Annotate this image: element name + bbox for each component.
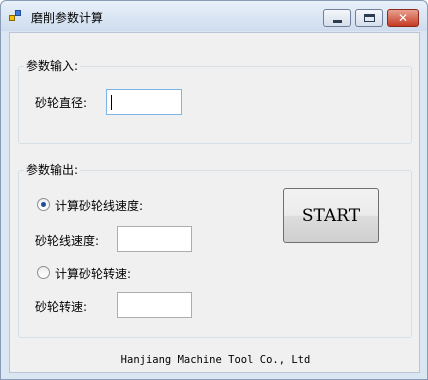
window-title: 磨削参数计算 — [31, 11, 104, 25]
text-caret — [111, 95, 112, 110]
maximize-icon — [364, 14, 375, 22]
close-button[interactable]: ✕ — [387, 9, 419, 27]
rotation-speed-label: 砂轮转速: — [35, 300, 88, 314]
close-icon: ✕ — [397, 11, 409, 25]
rotation-speed-output[interactable] — [117, 292, 192, 318]
start-button-label: START — [301, 205, 361, 226]
radio-selected-dot — [41, 202, 46, 207]
linear-speed-label: 砂轮线速度: — [35, 234, 100, 248]
minimize-button[interactable] — [323, 9, 351, 27]
diameter-label: 砂轮直径: — [35, 96, 88, 110]
rotation-speed-option-label[interactable]: 计算砂轮转速: — [55, 265, 131, 282]
start-button[interactable]: START — [283, 188, 379, 243]
app-window: 磨削参数计算 ✕ 参数输入: 砂轮直径: 参数输出: 计算砂轮线速度: 砂轮线速… — [0, 0, 428, 380]
company-footer: Hanjiang Machine Tool Co., Ltd — [120, 354, 311, 366]
minimize-icon — [333, 20, 342, 23]
linear-speed-radio[interactable] — [37, 198, 50, 211]
form-client-area: 参数输入: 砂轮直径: 参数输出: 计算砂轮线速度: 砂轮线速度: 计算砂轮转速… — [9, 32, 420, 373]
output-group-title: 参数输出: — [24, 161, 81, 178]
app-icon — [9, 10, 23, 22]
diameter-input[interactable] — [106, 89, 182, 115]
linear-speed-output[interactable] — [117, 226, 192, 252]
rotation-speed-radio[interactable] — [37, 266, 50, 279]
linear-speed-option-label[interactable]: 计算砂轮线速度: — [55, 197, 143, 214]
title-bar[interactable]: 磨削参数计算 ✕ — [1, 1, 427, 31]
input-group-title: 参数输入: — [24, 57, 81, 74]
maximize-button[interactable] — [355, 9, 383, 27]
